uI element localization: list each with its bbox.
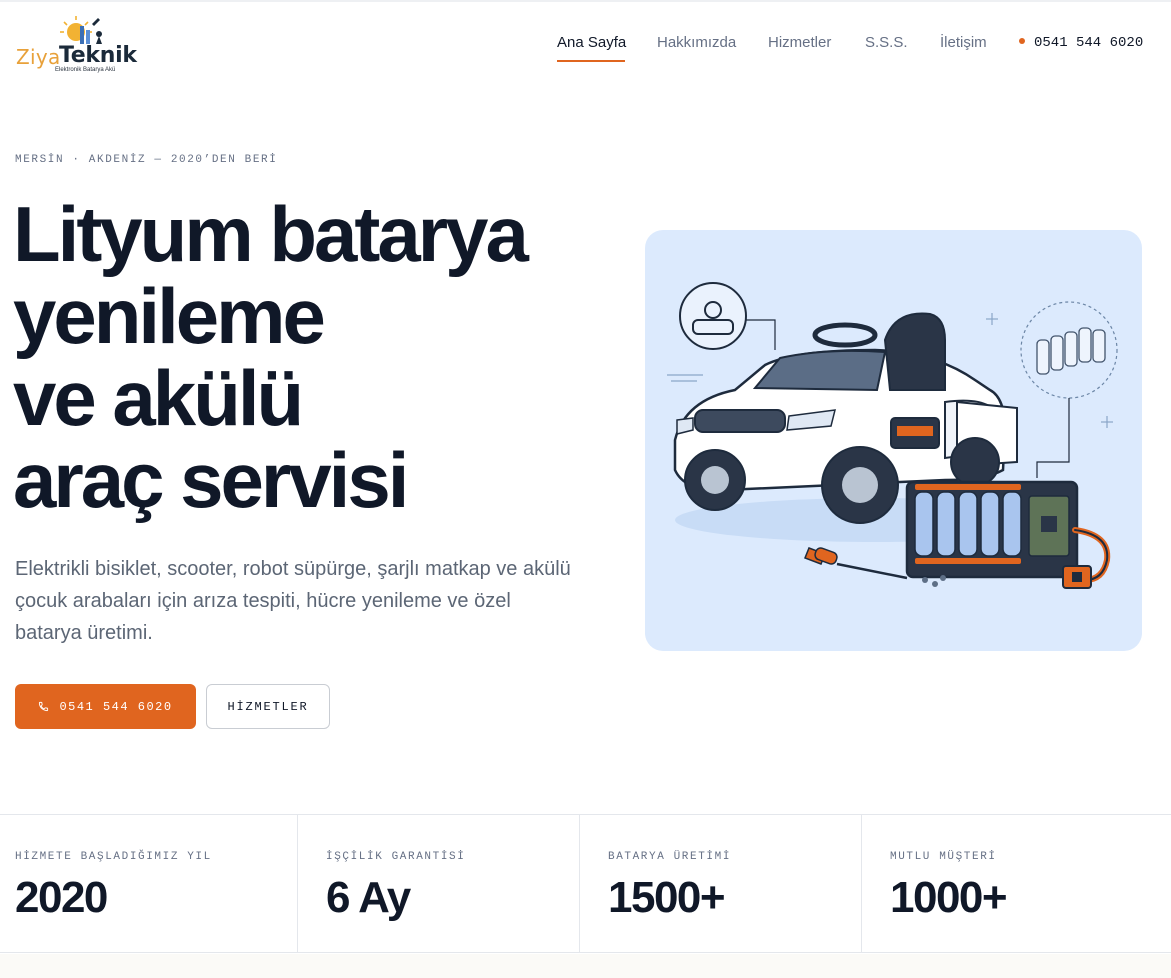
nav-item-iletisim[interactable]: İletişim [940, 34, 987, 51]
brand-tagline: Elektronik Batarya Akü [55, 67, 116, 73]
stats-bar: HİZMETE BAŞLADIĞIMIZ YIL 2020 İŞÇİLİK GA… [0, 814, 1171, 953]
nav-item-sss[interactable]: S.S.S. [865, 34, 908, 51]
call-phone-button-label: 0541 544 6020 [59, 699, 173, 714]
stat-label-founded: HİZMETE BAŞLADIĞIMIZ YIL [15, 851, 212, 863]
top-border [0, 0, 1171, 2]
stat-value-customers: 1000+ [890, 873, 1008, 922]
hero-title: Lityum batarya yenileme ve akülü araç se… [13, 193, 613, 521]
hero-illustration [645, 230, 1142, 651]
phone-icon [39, 701, 49, 712]
brand-name-ziya: Ziya [16, 45, 61, 69]
services-button[interactable]: HİZMETLER [206, 684, 330, 729]
stat-label-warranty: İŞÇİLİK GARANTİSİ [326, 851, 466, 863]
stat-divider [579, 815, 580, 952]
status-dot-icon [1019, 38, 1025, 44]
stat-divider [861, 815, 862, 952]
stat-label-customers: MUTLU MÜŞTERİ [890, 851, 997, 863]
hero-eyebrow: MERSİN · AKDENİZ — 2020’DEN BERİ [15, 154, 278, 166]
nav-item-hizmetler[interactable]: Hizmetler [768, 34, 831, 51]
call-phone-button[interactable]: 0541 544 6020 [15, 684, 196, 729]
hero-title-line: ve akülü [13, 354, 304, 442]
stat-label-production: BATARYA ÜRETİMİ [608, 851, 732, 863]
stat-value-warranty: 6 Ay [326, 873, 411, 922]
nav-phone-link[interactable]: 0541 544 6020 [1019, 35, 1143, 51]
brand-logo[interactable]: Ziya Teknik Elektronik Batarya Akü [14, 14, 137, 76]
stat-value-founded: 2020 [15, 873, 108, 922]
brand-name-teknik: Teknik [59, 43, 137, 68]
hero-description: Elektrikli bisiklet, scooter, robot süpü… [15, 558, 571, 644]
stat-value-production: 1500+ [608, 873, 726, 922]
toy-car-battery-illustration [667, 282, 1118, 589]
hero-title-line: Lityum batarya [13, 190, 529, 278]
nav-active-underline [557, 60, 625, 62]
nav-item-ana-sayfa[interactable]: Ana Sayfa [557, 34, 626, 51]
next-section-edge [0, 954, 1171, 978]
nav-phone-number: 0541 544 6020 [1034, 35, 1144, 51]
hero-title-line: yenileme [13, 272, 326, 360]
stat-divider [297, 815, 298, 952]
hero-title-line: araç servisi [13, 436, 409, 524]
nav-item-hakkimizda[interactable]: Hakkımızda [657, 34, 736, 51]
